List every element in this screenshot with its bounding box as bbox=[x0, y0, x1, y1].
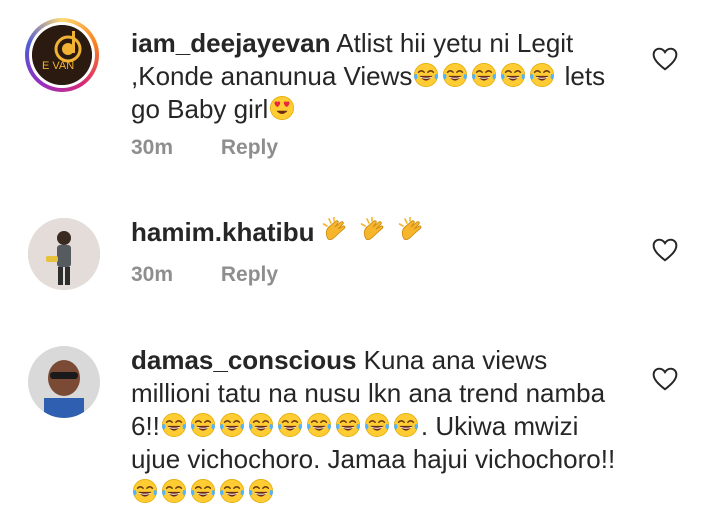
tears-of-joy-emoji-icon bbox=[501, 63, 526, 87]
username[interactable]: iam_deejayevan bbox=[131, 28, 330, 58]
tears-of-joy-emoji-icon bbox=[133, 479, 157, 503]
tears-of-joy-emoji-icon bbox=[335, 413, 360, 437]
clapping-hands-icon bbox=[360, 217, 384, 241]
tears-of-joy-emoji-icon bbox=[249, 479, 273, 503]
reply-button[interactable]: Reply bbox=[221, 136, 278, 159]
avatar[interactable] bbox=[28, 346, 100, 418]
comment-text: damas_conscious Kuna ana views millioni … bbox=[131, 344, 631, 509]
tears-of-joy-emoji-icon bbox=[190, 413, 215, 437]
reply-button[interactable]: Reply bbox=[221, 263, 278, 286]
tears-of-joy-emoji-icon bbox=[248, 413, 273, 437]
tears-of-joy-emoji-icon bbox=[162, 479, 186, 503]
tears-of-joy-emoji-icon bbox=[443, 63, 468, 87]
tears-of-joy-emoji-icon bbox=[364, 413, 389, 437]
comment-text: hamim.khatibu bbox=[131, 216, 631, 249]
heart-outline-icon[interactable] bbox=[652, 47, 678, 71]
username[interactable]: hamim.khatibu bbox=[131, 217, 314, 247]
timestamp: 30m bbox=[131, 136, 174, 159]
heart-eyes-emoji-icon bbox=[270, 96, 295, 120]
comment-meta: 30m Reply bbox=[131, 263, 278, 287]
tears-of-joy-emoji-icon bbox=[220, 479, 244, 503]
avatar[interactable] bbox=[28, 218, 100, 290]
clapping-hands-icon bbox=[398, 217, 422, 241]
username[interactable]: damas_conscious bbox=[131, 345, 356, 375]
tears-of-joy-emoji-icon bbox=[393, 413, 418, 437]
tears-of-joy-emoji-icon bbox=[472, 63, 497, 87]
comment-text: iam_deejayevan Atlist hii yetu ni Legit … bbox=[131, 28, 606, 124]
tears-of-joy-emoji-icon bbox=[277, 413, 302, 437]
tears-of-joy-emoji-icon bbox=[414, 63, 439, 87]
heart-outline-icon[interactable] bbox=[652, 367, 678, 391]
tears-of-joy-emoji-icon bbox=[161, 413, 186, 437]
timestamp: 30m bbox=[131, 263, 174, 286]
tears-of-joy-emoji-icon bbox=[530, 63, 555, 87]
comment-meta: 30m Reply bbox=[131, 136, 278, 160]
avatar[interactable]: E VAN bbox=[25, 18, 99, 92]
tears-of-joy-emoji-icon bbox=[191, 479, 215, 503]
heart-outline-icon[interactable] bbox=[652, 238, 678, 262]
clapping-hands-icon bbox=[322, 217, 346, 241]
tears-of-joy-emoji-icon bbox=[306, 413, 331, 437]
svg-text:E VAN: E VAN bbox=[42, 60, 74, 72]
tears-of-joy-emoji-icon bbox=[219, 413, 244, 437]
